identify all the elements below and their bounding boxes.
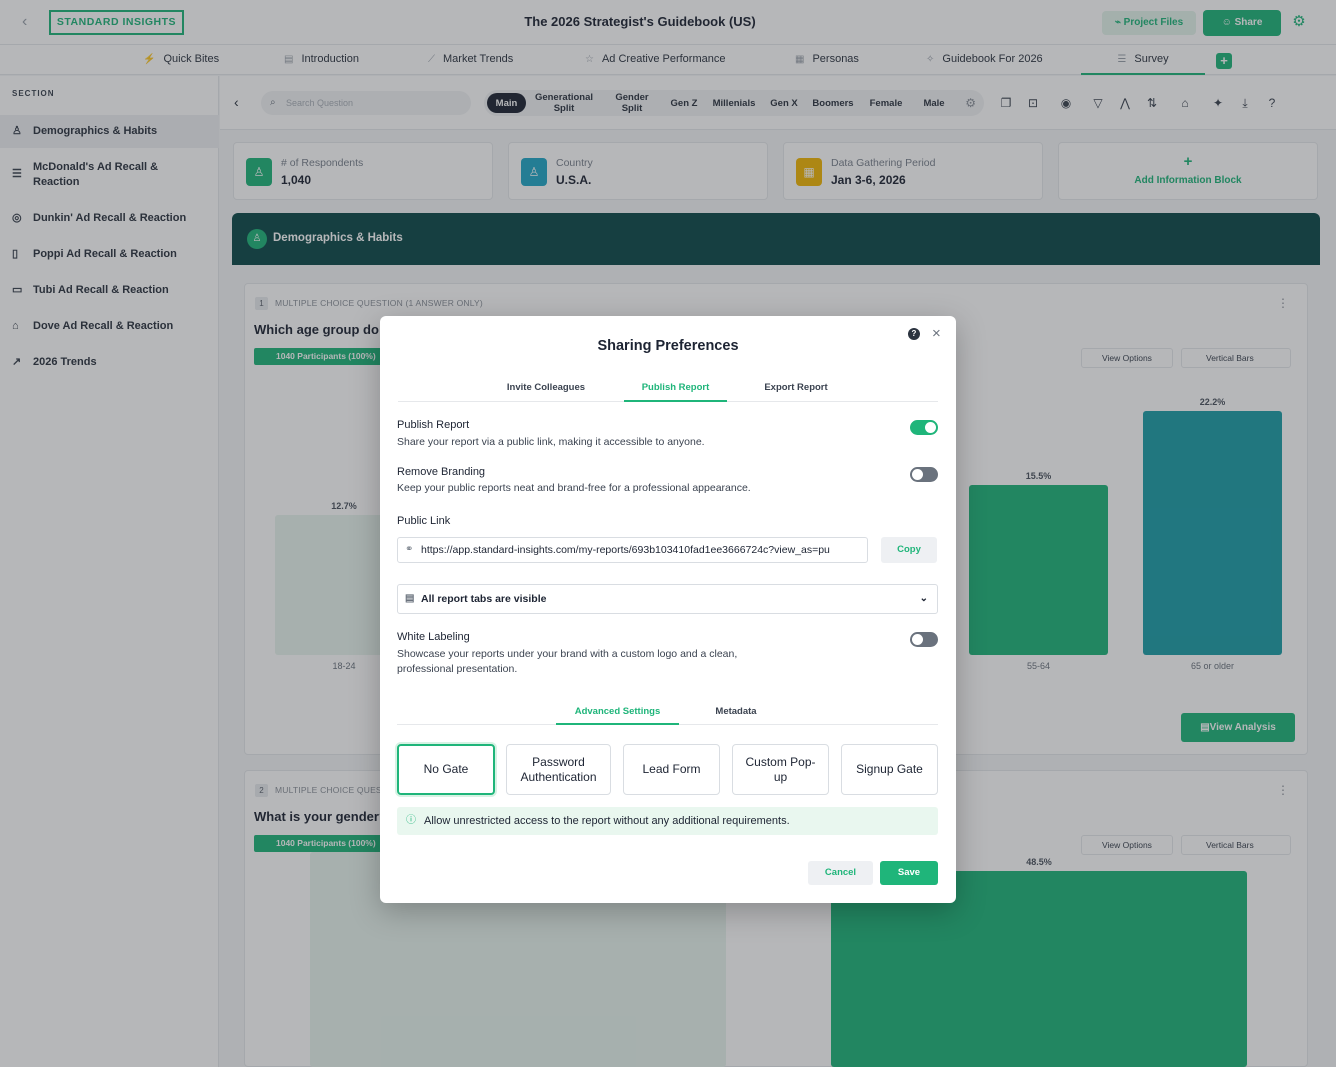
cancel-button[interactable]: Cancel bbox=[808, 861, 873, 885]
gate-info-banner: ⓘ Allow unrestricted access to the report… bbox=[397, 807, 938, 835]
public-link-field[interactable]: ⚭ https://app.standard-insights.com/my-re… bbox=[397, 537, 868, 563]
remove-branding-title: Remove Branding bbox=[397, 466, 486, 478]
remove-branding-desc: Keep your public reports neat and brand-… bbox=[397, 482, 751, 494]
modal-tabs: Invite Colleagues Publish Report Export … bbox=[398, 376, 938, 402]
gate-no-gate[interactable]: No Gate bbox=[397, 744, 495, 795]
sharing-preferences-modal: Sharing Preferences ? × Invite Colleague… bbox=[380, 316, 956, 903]
chevron-down-icon: ⌄ bbox=[919, 593, 928, 604]
tab-advanced-settings[interactable]: Advanced Settings bbox=[556, 703, 679, 725]
copy-link-button[interactable]: Copy bbox=[881, 537, 937, 563]
close-icon[interactable]: × bbox=[932, 325, 941, 343]
save-button[interactable]: Save bbox=[880, 861, 938, 885]
toggle-knob bbox=[912, 469, 923, 480]
settings-sub-tabs: Advanced Settings Metadata bbox=[397, 703, 938, 725]
gate-password-authentication[interactable]: Password Authentication bbox=[506, 744, 611, 795]
tabs-icon: ▤ bbox=[405, 593, 415, 604]
tabs-visibility-select[interactable]: ▤ All report tabs are visible ⌄ bbox=[397, 584, 938, 614]
remove-branding-toggle[interactable] bbox=[910, 467, 938, 482]
publish-report-title: Publish Report bbox=[397, 419, 470, 431]
tab-publish-report[interactable]: Publish Report bbox=[624, 376, 727, 402]
toggle-knob bbox=[912, 634, 923, 645]
publish-report-toggle[interactable] bbox=[910, 420, 938, 435]
tab-export-report[interactable]: Export Report bbox=[746, 376, 846, 402]
gate-custom-popup[interactable]: Custom Pop-up bbox=[732, 744, 829, 795]
white-labeling-toggle[interactable] bbox=[910, 632, 938, 647]
white-labeling-title: White Labeling bbox=[397, 631, 470, 643]
gate-signup-gate[interactable]: Signup Gate bbox=[841, 744, 938, 795]
toggle-knob bbox=[925, 422, 936, 433]
tab-invite-colleagues[interactable]: Invite Colleagues bbox=[486, 376, 606, 402]
tab-metadata[interactable]: Metadata bbox=[691, 703, 781, 725]
tabs-visibility-value: All report tabs are visible bbox=[421, 593, 547, 605]
gate-info-text: Allow unrestricted access to the report … bbox=[424, 815, 790, 827]
public-link-label: Public Link bbox=[397, 515, 451, 527]
help-icon[interactable]: ? bbox=[908, 328, 920, 340]
gate-lead-form[interactable]: Lead Form bbox=[623, 744, 720, 795]
modal-title: Sharing Preferences bbox=[597, 338, 739, 354]
white-labeling-desc: Showcase your reports under your brand w… bbox=[397, 648, 738, 675]
publish-report-desc: Share your report via a public link, mak… bbox=[397, 436, 705, 448]
link-icon: ⚭ bbox=[405, 544, 414, 555]
info-icon: ⓘ bbox=[406, 815, 416, 826]
public-link-value: https://app.standard-insights.com/my-rep… bbox=[421, 544, 830, 556]
